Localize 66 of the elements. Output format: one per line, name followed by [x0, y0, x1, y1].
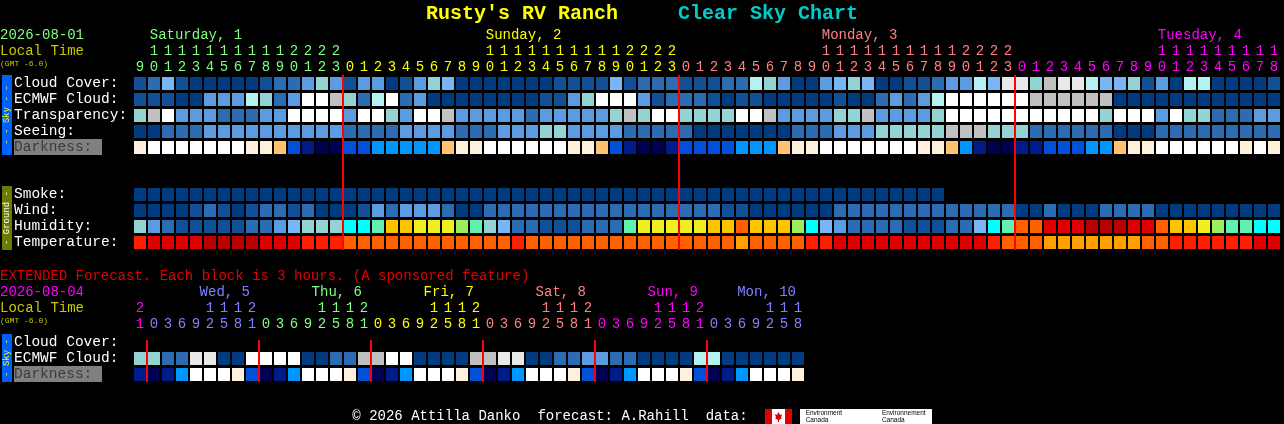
hour-units: 03692581 — [597, 316, 710, 332]
day-label: Fri, 7 — [423, 284, 474, 300]
credit-text: data: — [705, 406, 748, 424]
row-label: Darkness: — [14, 366, 103, 382]
hour-units: 03692581 — [485, 316, 598, 332]
day-label: Wed, 5 — [199, 284, 250, 300]
forecast-date: 2026-08-04 — [0, 284, 84, 300]
day-label: Mon, 10 — [737, 284, 796, 300]
day-label: Sun, 9 — [647, 284, 698, 300]
hour-units: 03692581 — [261, 316, 374, 332]
hour-tens: 11111111112222 — [149, 43, 346, 59]
row-label: Seeing: — [14, 123, 75, 139]
row-label: Cloud Cover: — [14, 334, 119, 350]
midnight-line — [370, 340, 372, 382]
hour-units: 03692581 — [373, 316, 486, 332]
hour-units: 012345678901234567890123 — [681, 59, 1018, 75]
row-label: Temperature: — [14, 234, 119, 250]
midnight-line — [146, 340, 148, 382]
hour-units: 012345678901234567890123 — [345, 59, 682, 75]
row-label: Wind: — [14, 202, 58, 218]
midnight-line — [594, 340, 596, 382]
hour-tens: 1112 — [205, 300, 262, 316]
local-time-label: Local Time — [0, 43, 84, 59]
midnight-line — [482, 340, 484, 382]
row-label: ECMWF Cloud: — [14, 91, 119, 107]
section-label: - Sky - — [2, 339, 12, 377]
hour-tens: 1112 — [317, 300, 374, 316]
forecast-date: 2026-08-01 — [0, 27, 84, 43]
row-label: Humidity: — [14, 218, 93, 234]
hour-tens: 2 — [135, 300, 150, 316]
hour-tens: 11111111112222 — [821, 43, 1018, 59]
day-label: Saturday, 1 — [149, 27, 243, 43]
hour-units: 03692581 — [149, 316, 262, 332]
midnight-line — [706, 340, 708, 382]
chart-title: Clear Sky Chart — [678, 0, 859, 27]
row-label: Transparency: — [14, 107, 128, 123]
section-label: - Ground - — [2, 191, 12, 245]
local-time-label: Local Time — [0, 300, 84, 316]
day-label: Sunday, 2 — [485, 27, 562, 43]
hour-tens: 111 — [765, 300, 808, 316]
row-label: Smoke: — [14, 186, 67, 202]
hour-units: 0123456789012345678 — [1017, 59, 1284, 75]
credit-text: © 2026 Attilla Danko — [352, 406, 521, 424]
site-title: Rusty's RV Ranch — [425, 0, 618, 27]
timezone-label: (GMT -6.0) — [0, 316, 48, 326]
midnight-line — [258, 340, 260, 382]
day-label: Thu, 6 — [311, 284, 362, 300]
hour-units: 901234567890123 — [135, 59, 346, 75]
credit-text: forecast: A.Rahill — [537, 406, 689, 424]
day-label: Tuesday, 4 — [1157, 27, 1242, 43]
day-label: Monday, 3 — [821, 27, 898, 43]
hour-tens: 1112 — [429, 300, 486, 316]
day-label: Sat, 8 — [535, 284, 586, 300]
row-label: Cloud Cover: — [14, 75, 119, 91]
row-label: Darkness: — [14, 139, 103, 155]
hour-tens: 11111111112222 — [485, 43, 682, 59]
timezone-label: (GMT -6.0) — [0, 59, 48, 69]
row-label: ECMWF Cloud: — [14, 350, 119, 366]
section-label: - - Sky - - — [2, 85, 12, 145]
hour-tens: 1112 — [653, 300, 710, 316]
hour-units: 0369258 — [709, 316, 808, 332]
flag-icon — [764, 408, 792, 424]
hour-tens: 1112 — [541, 300, 598, 316]
hour-units: 1 — [135, 316, 150, 332]
extended-heading: EXTENDED Forecast. Each block is 3 hours. (A sponsored feature) — [0, 266, 530, 285]
hour-tens: 111111111 — [1157, 43, 1284, 59]
